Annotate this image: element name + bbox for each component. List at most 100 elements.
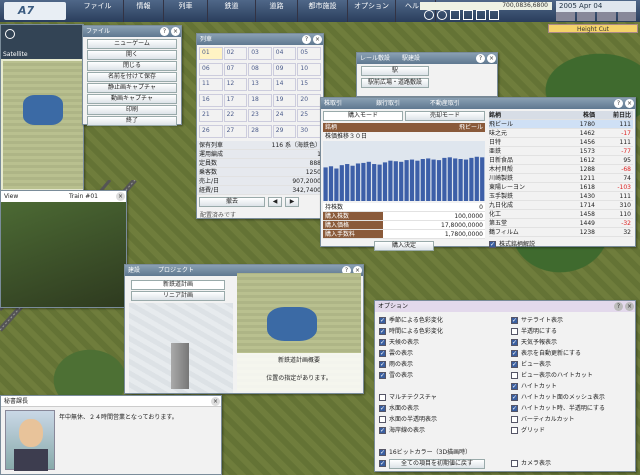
option-item[interactable]: ✓ ビュー表示 xyxy=(511,359,635,370)
linear-plan[interactable]: リニア計画 xyxy=(131,291,225,301)
menu-6[interactable]: オプション xyxy=(348,0,396,22)
option-checkbox[interactable]: ✓ xyxy=(511,339,518,346)
file-menu-item[interactable]: 開く xyxy=(87,50,177,60)
train-slot[interactable]: 17 xyxy=(223,93,248,107)
close-icon[interactable]: × xyxy=(487,54,496,63)
remove-train-button[interactable]: 撤去 xyxy=(199,197,265,207)
terrain-icon[interactable] xyxy=(489,10,499,20)
close-icon[interactable]: × xyxy=(211,397,220,406)
file-menu-item[interactable]: 名前を付けて保存 xyxy=(87,72,177,82)
satellite-map[interactable] xyxy=(3,61,83,189)
train-slot[interactable]: 11 xyxy=(199,78,223,91)
option-checkbox[interactable]: ✓ xyxy=(379,328,386,335)
train-slot[interactable]: 26 xyxy=(199,124,223,138)
option-checkbox[interactable]: ✓ xyxy=(379,460,386,467)
train-slot[interactable]: 19 xyxy=(272,93,297,107)
option-checkbox[interactable]: ✓ xyxy=(511,317,518,324)
train-slot[interactable]: 02 xyxy=(223,47,248,60)
option-item[interactable]: ✓ 16ビットカラー（3D描画時） xyxy=(379,447,509,458)
option-item[interactable]: 半透明にする xyxy=(511,326,635,337)
close-icon[interactable]: × xyxy=(625,302,634,311)
train-slot[interactable]: 09 xyxy=(272,62,297,76)
option-checkbox[interactable]: ✓ xyxy=(379,361,386,368)
file-menu-item[interactable]: 印刷 xyxy=(87,105,177,115)
plan-map[interactable]: 新鉄道計画概要 位置の指定があります。 xyxy=(237,273,361,391)
option-checkbox[interactable] xyxy=(511,427,518,434)
train-slot[interactable]: 21 xyxy=(199,109,223,122)
file-menu-item[interactable]: 終了 xyxy=(87,116,177,126)
train-slot[interactable]: 18 xyxy=(248,93,272,107)
train-slot[interactable]: 03 xyxy=(248,47,272,60)
stock-row[interactable]: 鶴フィルム 1238 32 xyxy=(489,228,633,237)
stock-row[interactable]: 玉手製鉄 1430 111 xyxy=(489,192,633,201)
option-item[interactable]: ✓ 表示を自動更新にする xyxy=(511,348,635,359)
plaza-item[interactable]: 駅前広場・道路敷設 xyxy=(361,78,429,88)
train-slot[interactable]: 20 xyxy=(297,93,321,107)
stock-row[interactable]: 味之元 1462 -17 xyxy=(489,129,633,138)
train-slot[interactable]: 30 xyxy=(297,124,321,138)
close-icon[interactable]: × xyxy=(625,99,634,108)
rotate-icon[interactable] xyxy=(437,10,447,20)
option-checkbox[interactable] xyxy=(511,416,518,423)
option-item[interactable]: グリッド xyxy=(511,425,635,436)
sell-mode-button[interactable]: 売却モード xyxy=(405,111,485,121)
stock-row[interactable]: 日特 1456 111 xyxy=(489,138,633,147)
train-slot[interactable]: 10 xyxy=(297,62,321,76)
help-icon[interactable]: ? xyxy=(160,27,169,36)
station-item[interactable]: 駅 xyxy=(361,66,429,76)
train-slot[interactable]: 13 xyxy=(248,78,272,91)
menu-5[interactable]: 都市施設 xyxy=(298,0,348,22)
pause-button[interactable] xyxy=(556,12,575,21)
stock-info-checkbox[interactable]: ✓ xyxy=(489,241,496,248)
train-slot[interactable]: 04 xyxy=(272,47,297,60)
option-checkbox[interactable]: ✓ xyxy=(511,383,518,390)
option-checkbox[interactable] xyxy=(511,460,518,467)
height-cut-label[interactable]: Height Cut xyxy=(548,24,638,33)
train-slot[interactable]: 16 xyxy=(199,93,223,107)
option-checkbox[interactable]: ✓ xyxy=(511,394,518,401)
file-menu-item[interactable]: ニューゲーム xyxy=(87,39,177,49)
option-item[interactable]: ✓ 季節による色彩変化 xyxy=(379,315,509,326)
train-slot[interactable]: 22 xyxy=(223,109,248,122)
option-item[interactable]: ✓ 時間による色彩変化 xyxy=(379,326,509,337)
train-slot[interactable]: 07 xyxy=(223,62,248,76)
option-item[interactable]: ✓ サテライト表示 xyxy=(511,315,635,326)
option-checkbox[interactable]: ✓ xyxy=(379,350,386,357)
tab-station[interactable]: 駅建設 xyxy=(402,55,420,62)
train-slot[interactable]: 25 xyxy=(297,109,321,122)
option-item[interactable]: ✓ ハイトカット面のメッシュ表示 xyxy=(511,392,635,403)
help-icon[interactable]: ? xyxy=(614,99,623,108)
option-checkbox[interactable]: ✓ xyxy=(511,350,518,357)
menu-2[interactable]: 列車 xyxy=(164,0,208,22)
stock-row[interactable]: 九日化成 1714 310 xyxy=(489,201,633,210)
tab-bank[interactable]: 銀行取引 xyxy=(376,100,400,107)
menu-1[interactable]: 情報 xyxy=(124,0,164,22)
option-checkbox[interactable]: ✓ xyxy=(379,339,386,346)
tab-rail[interactable]: レール敷設 xyxy=(360,55,390,62)
tab-build[interactable]: 建設 xyxy=(128,267,140,274)
buy-confirm-button[interactable]: 購入決定 xyxy=(374,241,434,251)
reset-options-button[interactable]: 全ての項目を初期値に戻す xyxy=(389,459,485,469)
train-slot[interactable]: 08 xyxy=(248,62,272,76)
option-item[interactable]: ✓ 雪の表示 xyxy=(379,370,509,381)
train-slot[interactable]: 24 xyxy=(272,109,297,122)
train-slot[interactable]: 14 xyxy=(272,78,297,91)
file-menu-item[interactable]: 閉じる xyxy=(87,61,177,71)
option-checkbox[interactable]: ✓ xyxy=(379,449,386,456)
stock-row[interactable]: 川崎製鉄 1211 74 xyxy=(489,174,633,183)
option-item[interactable]: ✓ 天候の表示 xyxy=(379,337,509,348)
option-checkbox[interactable] xyxy=(511,328,518,335)
stock-row[interactable]: 木村貝殻 1288 -68 xyxy=(489,165,633,174)
fast-button[interactable] xyxy=(597,12,616,21)
menu-3[interactable]: 鉄道 xyxy=(208,0,256,22)
close-icon[interactable]: × xyxy=(171,27,180,36)
option-checkbox[interactable]: ✓ xyxy=(511,405,518,412)
option-checkbox[interactable]: ✓ xyxy=(379,427,386,434)
option-item[interactable]: カメラ表示 xyxy=(511,458,635,469)
buy-mode-button[interactable]: 購入モード xyxy=(323,111,403,121)
option-item[interactable]: ✓ 水面の表示 xyxy=(379,403,509,414)
option-item[interactable]: ✓ 雨の表示 xyxy=(379,359,509,370)
play-button[interactable] xyxy=(576,12,595,21)
option-item[interactable]: ✓ 雲の表示 xyxy=(379,348,509,359)
train-slot[interactable]: 01 xyxy=(199,47,223,60)
